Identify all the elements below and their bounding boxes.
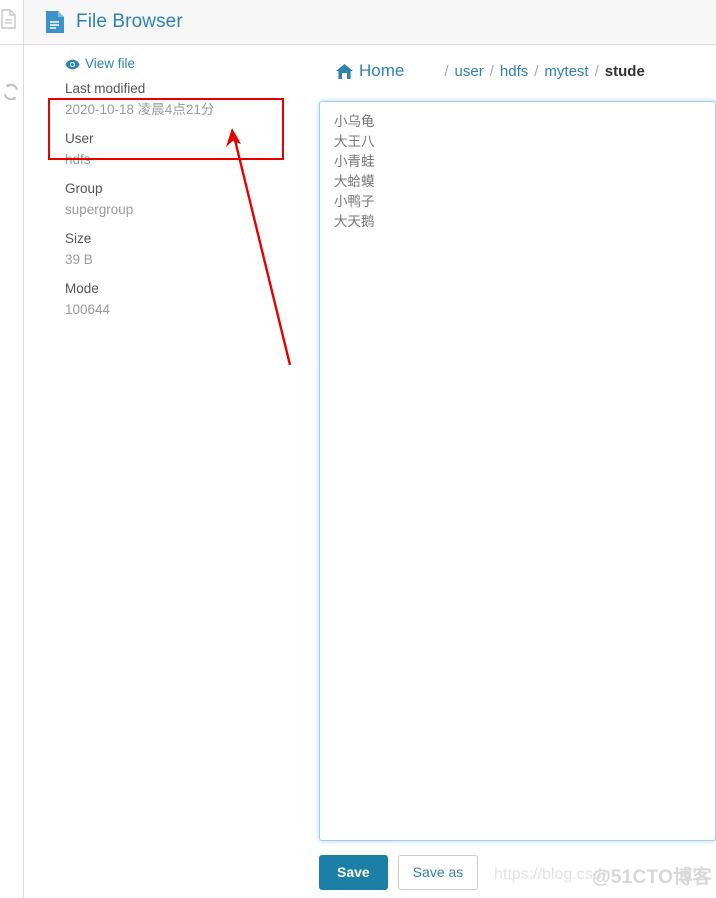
breadcrumb-separator: / xyxy=(444,62,449,80)
metadata-value: 39 B xyxy=(65,252,93,267)
file-content-textarea[interactable] xyxy=(319,101,716,841)
view-file-label: View file xyxy=(85,56,136,71)
metadata-list: Last modified 2020-10-18 凌晨4点21分 User hdfs G… xyxy=(65,79,298,320)
breadcrumb-home-label: Home xyxy=(359,61,405,80)
file-editor-pane: Home / user / hdfs / mytest / stude Save Save a… xyxy=(318,45,716,898)
metadata-item: Last modified 2020-10-18 凌晨4点21分 xyxy=(65,79,298,120)
page-title: File Browser xyxy=(76,11,183,32)
breadcrumb-item-user[interactable]: user xyxy=(455,63,484,80)
metadata-value: 100644 xyxy=(65,302,111,317)
file-metadata-panel: View file Last modified 2020-10-18 凌晨4点21… xyxy=(48,56,298,329)
metadata-label: Group xyxy=(65,181,103,196)
metadata-item: Mode 100644 xyxy=(65,279,298,320)
app-header: File Browser xyxy=(24,0,716,45)
metadata-label: Last modified xyxy=(65,81,146,96)
metadata-label: Mode xyxy=(65,281,99,296)
file-document-icon xyxy=(44,10,66,34)
breadcrumb-home-link[interactable]: Home xyxy=(336,61,404,81)
eye-icon xyxy=(65,58,80,70)
breadcrumb-separator: / xyxy=(594,62,599,80)
breadcrumb-separator: / xyxy=(534,62,539,80)
metadata-item: Size 39 B xyxy=(65,229,298,270)
save-button[interactable]: Save xyxy=(319,855,388,890)
breadcrumb-separator: / xyxy=(489,62,494,80)
left-icon-rail xyxy=(0,0,24,898)
metadata-value: hdfs xyxy=(65,152,91,167)
breadcrumb-item-stude: stude xyxy=(604,62,645,80)
breadcrumb-item-mytest[interactable]: mytest xyxy=(544,63,588,80)
document-icon[interactable] xyxy=(0,8,19,30)
refresh-icon[interactable] xyxy=(1,82,21,102)
breadcrumb-path: / user / hdfs / mytest / stude xyxy=(438,63,644,80)
metadata-value: supergroup xyxy=(65,202,134,217)
breadcrumb-item-hdfs[interactable]: hdfs xyxy=(500,63,528,80)
metadata-label: Size xyxy=(65,231,92,246)
save-as-button[interactable]: Save as xyxy=(397,855,479,890)
metadata-label: User xyxy=(65,131,94,146)
metadata-item: User hdfs xyxy=(65,129,298,170)
home-icon xyxy=(336,63,353,79)
metadata-item: Group supergroup xyxy=(65,179,298,220)
metadata-value: 2020-10-18 凌晨4点21分 xyxy=(65,102,215,117)
editor-actions: Save Save as xyxy=(319,855,479,890)
breadcrumb: Home / user / hdfs / mytest / stude xyxy=(318,61,645,81)
view-file-link[interactable]: View file xyxy=(65,56,135,71)
file-browser-app: File Browser View file Last modified 2020… xyxy=(0,0,716,898)
